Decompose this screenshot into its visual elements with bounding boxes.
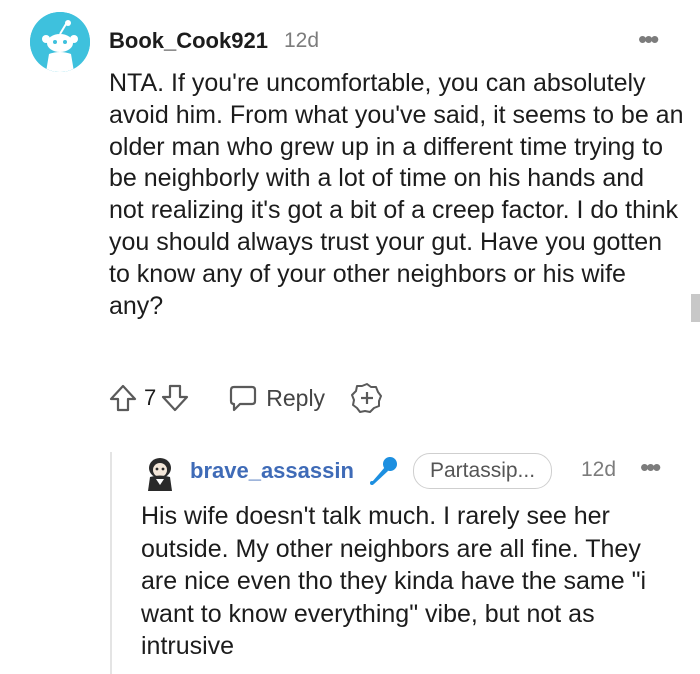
downvote-arrow-icon[interactable] (160, 383, 190, 413)
chat-bubble-icon (228, 383, 258, 413)
comment-action-bar: 7 Reply (108, 380, 383, 416)
upvote-arrow-icon[interactable] (108, 383, 138, 413)
more-options-icon[interactable]: ••• (638, 24, 659, 54)
vote-score: 7 (144, 385, 157, 410)
snoo-avatar-icon[interactable] (30, 12, 90, 72)
thread-line[interactable] (110, 452, 112, 674)
more-options-icon[interactable]: ••• (640, 452, 661, 482)
comment-username[interactable]: Book_Cook921 (109, 28, 268, 54)
reply-timestamp: 12d (581, 458, 617, 481)
reply-label: Reply (266, 384, 326, 411)
user-flair: Partassip... (413, 453, 553, 489)
reply-username[interactable]: brave_assassin (190, 458, 354, 484)
scrollbar[interactable] (691, 294, 700, 322)
reply-button[interactable]: Reply (228, 383, 325, 413)
comment-body: NTA. If you're uncomfortable, you can ab… (109, 69, 684, 320)
microphone-icon (366, 452, 402, 488)
award-plus-icon[interactable] (351, 382, 383, 414)
user-avatar-icon[interactable] (146, 457, 174, 491)
comment-timestamp: 12d (284, 29, 320, 52)
reply-body: His wife doesn't talk much. I rarely see… (141, 502, 647, 660)
